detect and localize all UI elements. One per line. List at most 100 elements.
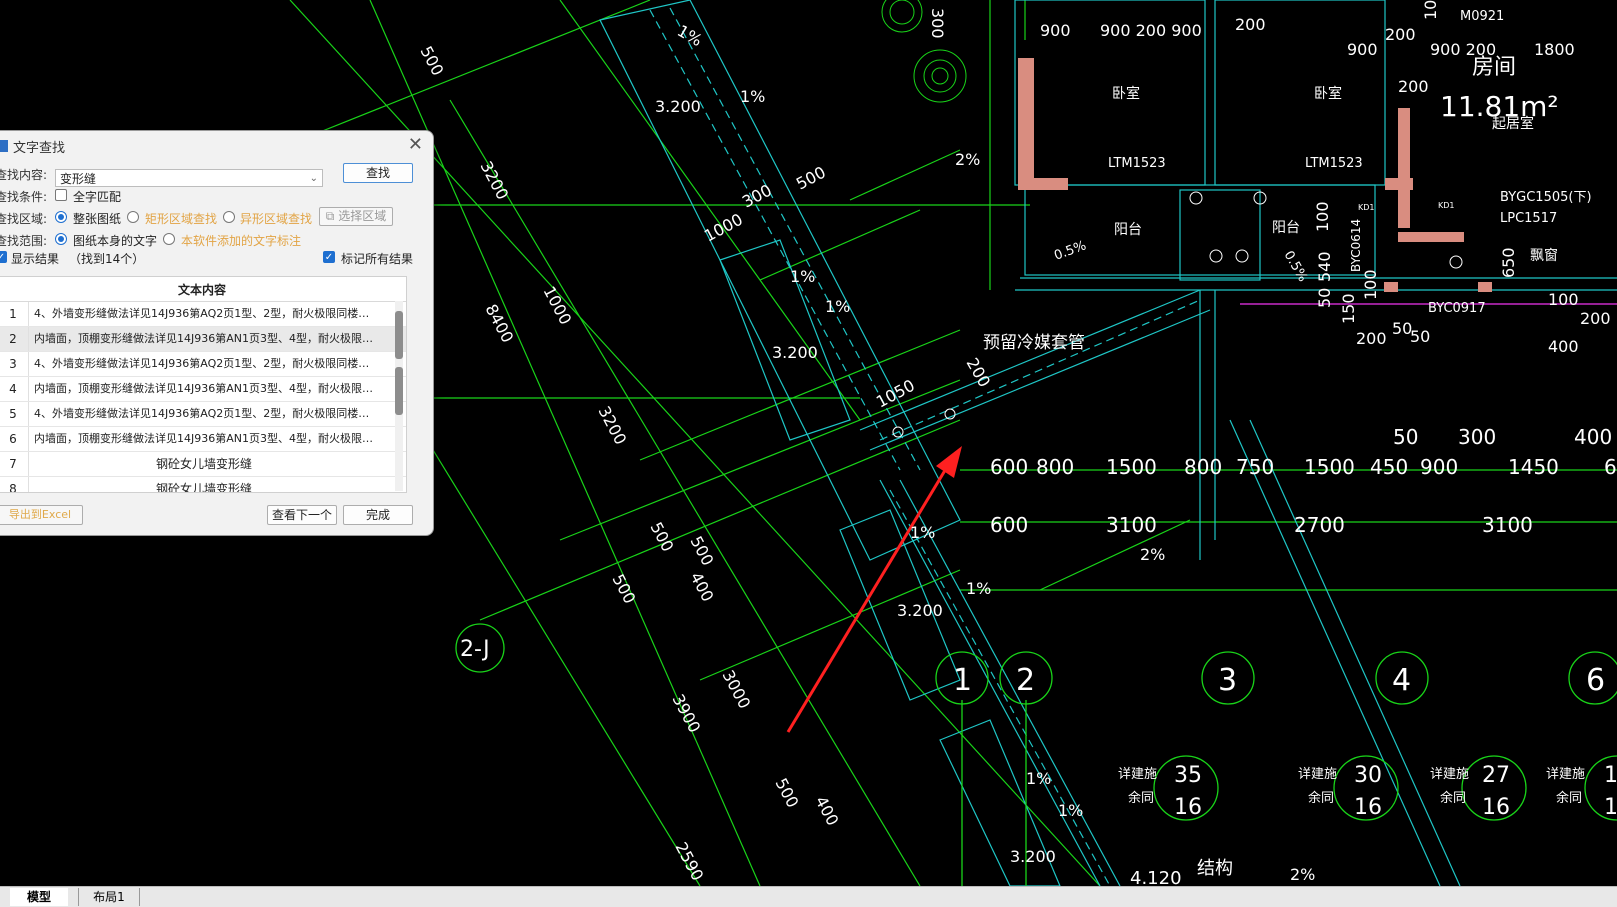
slope-text: 1% (1058, 801, 1083, 820)
range-label: 查找范围: (0, 234, 48, 248)
dim-text: 50 (1315, 288, 1334, 308)
window-code: LTM1523 (1108, 156, 1166, 171)
drain-symbols (892, 191, 1463, 438)
next-result-button[interactable]: 查看下一个 (267, 505, 337, 525)
room-name: 房间 (1472, 55, 1516, 80)
range-self-radio[interactable] (55, 233, 67, 245)
table-row[interactable]: 5 4、外墙变形缝做法详见14J936第AQ2页1型、2型，耐火极限同楼… (0, 402, 406, 427)
dim-text: 150 (1339, 293, 1358, 324)
table-header: 文本内容 (0, 277, 406, 302)
dim-text: 400 (1548, 337, 1579, 356)
table-row[interactable]: 2 内墙面，顶棚变形缝做法详见14J936第AN1页3型、4型，耐火极限… (0, 327, 406, 352)
table-row[interactable]: 1 4、外墙变形缝做法详见14J936第AQ2页1型、2型，耐火极限同楼… (0, 302, 406, 327)
tab-model[interactable]: 模型 (10, 888, 68, 906)
room-name: 起居室 (1492, 115, 1534, 132)
table-row[interactable]: 8 钢砼女儿墙变形缝 (0, 477, 406, 493)
mark-all-label: 标记所有结果 (341, 252, 414, 266)
grid-label: 6 (1586, 663, 1605, 698)
dim-text: 200 (963, 355, 995, 391)
row-number: 2 (0, 327, 29, 351)
dim-text: 3200 (476, 158, 512, 203)
slope-text: 0.5% (1052, 238, 1088, 263)
dim-text: 900 200 900 (1100, 21, 1202, 40)
slope-text: 1% (1026, 769, 1051, 788)
grid-label: 2-J (460, 637, 490, 662)
slope-text: 1% (825, 297, 850, 316)
grid-label: 1 (953, 663, 972, 698)
range-added-radio[interactable] (163, 233, 175, 245)
table-row[interactable]: 4 内墙面，顶棚变形缝做法详见14J936第AN1页3型、4型，耐火极限… (0, 377, 406, 402)
find-content-value: 变形缝 (60, 172, 97, 186)
row-text: 钢砼女儿墙变形缝 (155, 482, 252, 493)
table-row[interactable]: 3 4、外墙变形缝做法详见14J936第AQ2页1型、2型，耐火极限同楼… (0, 352, 406, 377)
count-text: 16 (1174, 795, 1202, 820)
area-whole-radio[interactable] (55, 211, 67, 223)
dim-text: 400 (1574, 425, 1612, 449)
kd-code: KD1 (1358, 203, 1375, 212)
window-code: LPC1517 (1500, 211, 1557, 226)
dim-text: 200 (1235, 15, 1266, 34)
layout-tab-bar: 模型 布局1 (0, 886, 1617, 907)
slope-text: 1% (790, 267, 815, 286)
show-results-checkbox[interactable]: ✓ (0, 251, 7, 263)
note-text: 详建施 (1298, 767, 1337, 782)
whole-match-checkbox[interactable] (55, 189, 67, 201)
table-scrollbar[interactable] (395, 301, 403, 491)
dim-text: 100 (1313, 201, 1332, 232)
dim-text: 540 (1315, 251, 1334, 282)
area-rect-radio[interactable] (127, 211, 139, 223)
note-text: 详建施 (1118, 767, 1157, 782)
done-button[interactable]: 完成 (343, 505, 413, 525)
dim-text: 200 (1580, 309, 1611, 328)
dim-text: 3100 (1106, 513, 1157, 537)
scroll-thumb[interactable] (395, 367, 403, 415)
find-button[interactable]: 查找 (343, 163, 413, 183)
dim-text: 900 (1347, 40, 1378, 59)
dim-text: 900 (1040, 21, 1071, 40)
find-content-label: 查找内容: (0, 168, 48, 182)
whole-match-label: 全字匹配 (73, 190, 122, 204)
mark-all-checkbox[interactable]: ✓ (323, 251, 335, 263)
export-excel-button[interactable]: 导出到Excel (0, 505, 83, 525)
close-icon[interactable]: ✕ (408, 134, 423, 155)
row-text: 内墙面，顶棚变形缝做法详见14J936第AN1页3型、4型，耐火极限… (34, 432, 373, 445)
find-content-combo[interactable]: 变形缝 ⌄ (55, 169, 323, 187)
scroll-thumb[interactable] (395, 311, 403, 359)
results-table: 文本内容 1 4、外墙变形缝做法详见14J936第AQ2页1型、2型，耐火极限同楼… (0, 276, 407, 493)
row-number: 1 (0, 302, 29, 326)
dim-text: 450 (1370, 455, 1408, 479)
count-text: 16 (1482, 795, 1510, 820)
dim-text: 500 (416, 43, 447, 79)
grid-label: 4 (1392, 663, 1411, 698)
dim-text: 3900 (668, 691, 704, 736)
row-text: 4、外墙变形缝做法详见14J936第AQ2页1型、2型，耐火极限同楼… (34, 407, 370, 420)
dialog-title: 文字查找 (13, 141, 66, 156)
dim-text: 100 (1421, 0, 1440, 20)
table-row[interactable]: 7 钢砼女儿墙变形缝 (0, 452, 406, 477)
tab-layout1[interactable]: 布局1 (78, 888, 140, 906)
area-irregular-radio[interactable] (223, 211, 235, 223)
dim-text: 3100 (1482, 513, 1533, 537)
found-count: （找到14个） (69, 252, 145, 266)
dim-text: 600 (990, 455, 1028, 479)
select-area-label: 选择区域 (338, 209, 387, 223)
range-added-label: 本软件添加的文字标注 (181, 234, 302, 248)
elevation-text: 3.200 (772, 343, 818, 362)
select-area-button[interactable]: ⧉ 选择区域 (319, 207, 393, 226)
slope-text: 2% (1290, 865, 1315, 884)
dim-text: 6 (1604, 455, 1617, 479)
table-row[interactable]: 6 内墙面，顶棚变形缝做法详见14J936第AN1页3型、4型，耐火极限… (0, 427, 406, 452)
chevron-down-icon[interactable]: ⌄ (310, 170, 318, 188)
dim-text: 1500 (1106, 455, 1157, 479)
window-code: LTM1523 (1305, 156, 1363, 171)
dim-text: 2700 (1294, 513, 1345, 537)
room-name: 卧室 (1314, 85, 1342, 102)
note-text: 余同 (1440, 790, 1466, 806)
count-text: 16 (1354, 795, 1382, 820)
show-results-label: 显示结果 (11, 252, 60, 266)
area-irregular-label: 异形区域查找 (240, 212, 313, 226)
dim-text: 750 (1236, 455, 1274, 479)
dim-text: 200 (1398, 77, 1429, 96)
dim-text: 500 (771, 775, 802, 811)
dialog-title-bar[interactable]: 文字查找 ✕ (0, 131, 433, 161)
